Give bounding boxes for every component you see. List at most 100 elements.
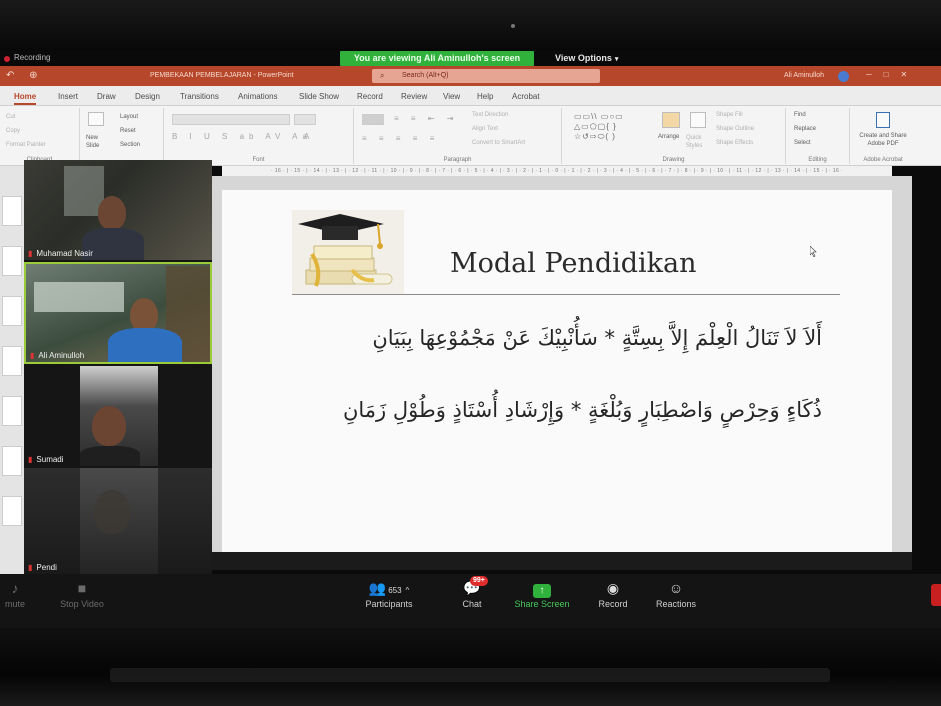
slide-thumbnail[interactable]: [2, 246, 22, 276]
participant-name: Muhamad Nasir: [36, 249, 93, 258]
drawing-group: ▭▭\\ ▭○▭ △▭⬠▢{ } ☆↺⇨⬭( ) Arrange Quick Sty…: [562, 108, 786, 164]
end-meeting-button[interactable]: [931, 584, 941, 606]
background-window: [34, 282, 124, 312]
slides-group: New Slide Layout Reset Section: [80, 108, 164, 164]
reset-button[interactable]: Reset: [120, 128, 136, 134]
font-name-box[interactable]: [172, 114, 290, 125]
slide-thumbnail[interactable]: [2, 296, 22, 326]
webcam: [511, 24, 515, 28]
recording-dot-icon: [4, 56, 10, 62]
quick-access-toolbar[interactable]: ↶ ⊕: [6, 70, 44, 81]
search-box[interactable]: ⌕ Search (Alt+Q): [372, 69, 600, 83]
view-options-button[interactable]: View Options ▾: [555, 53, 618, 63]
participants-button[interactable]: 👥 653 ^ Participants: [358, 578, 420, 609]
quick-styles-button[interactable]: Quick Styles: [686, 134, 714, 150]
window-controls[interactable]: ─□✕: [866, 70, 919, 79]
participant-name: Ali Aminulloh: [38, 351, 85, 360]
viewing-screen-banner: You are viewing Ali Aminulloh's screen: [340, 51, 534, 66]
tab-transitions[interactable]: Transitions: [180, 92, 219, 101]
video-tile[interactable]: ▮ Pendi: [24, 468, 212, 574]
tab-acrobat[interactable]: Acrobat: [512, 92, 540, 101]
slide-thumbnail[interactable]: [2, 496, 22, 526]
tab-record[interactable]: Record: [357, 92, 383, 101]
slide-thumbnail[interactable]: [2, 346, 22, 376]
tab-home[interactable]: Home: [14, 92, 37, 105]
record-button[interactable]: ◉ Record: [592, 578, 634, 609]
create-share-pdf-button[interactable]: Create and Share Adobe PDF: [852, 132, 914, 148]
share-screen-button[interactable]: ↑ Share Screen: [510, 578, 574, 609]
list-buttons[interactable]: ≡ ≡ ⇤ ⇥: [394, 114, 458, 123]
ribbon-tabs: Home Insert Draw Design Transitions Anim…: [0, 86, 941, 106]
convert-smartart-button[interactable]: Convert to SmartArt: [472, 140, 525, 146]
tab-review[interactable]: Review: [401, 92, 427, 101]
new-slide-button[interactable]: New Slide: [86, 134, 110, 150]
layout-button[interactable]: Layout: [120, 114, 138, 120]
chevron-up-icon[interactable]: ^: [405, 586, 409, 595]
search-icon: ⌕: [380, 71, 385, 80]
account-name[interactable]: Ali Aminulloh: [784, 72, 824, 79]
shape-fill-button[interactable]: Shape Fill: [716, 112, 743, 118]
mic-muted-icon: ▮: [28, 455, 33, 464]
document-title: PEMBEKAAN PEMBELAJARAN - PowerPoint: [150, 72, 294, 79]
video-icon: ■: [77, 580, 87, 596]
tab-draw[interactable]: Draw: [97, 92, 116, 101]
bullets-button[interactable]: [362, 114, 384, 125]
account-avatar[interactable]: [838, 71, 849, 82]
copy-button[interactable]: Copy: [6, 128, 20, 134]
tab-slide-show[interactable]: Slide Show: [299, 92, 339, 101]
replace-button[interactable]: Replace: [794, 126, 816, 132]
shape-effects-button[interactable]: Shape Effects: [716, 140, 753, 146]
adobe-pdf-icon: [876, 112, 890, 128]
canvas-bottom-edge: [212, 552, 912, 570]
participant-face: [94, 490, 130, 534]
mute-label: mute: [4, 599, 25, 609]
reactions-button[interactable]: ☺ Reactions: [650, 578, 702, 609]
align-buttons[interactable]: ≡ ≡ ≡ ≡ ≡: [362, 134, 439, 143]
participant-name: Sumadi: [36, 455, 64, 464]
paragraph-group-label: Paragraph: [443, 157, 472, 163]
video-tile-active-speaker[interactable]: ▮ Ali Aminulloh: [24, 262, 212, 364]
clipboard-group: Cut Copy Format Painter Clipboard: [0, 108, 80, 164]
graduation-cap-books-image: [292, 210, 404, 294]
mute-button[interactable]: ♪ mute: [0, 578, 30, 609]
video-tile[interactable]: ▮ Sumadi: [24, 366, 212, 466]
font-color-buttons[interactable]: A: [304, 132, 314, 141]
participant-face: [92, 406, 126, 446]
laptop-bezel-bottom: [0, 628, 941, 706]
slide-thumbnail[interactable]: [2, 396, 22, 426]
video-gallery-panel: ▮ Muhamad Nasir ▮ Ali Aminulloh ▮ Sumadi ▮ P…: [24, 160, 212, 574]
participant-face: [130, 298, 158, 332]
video-tile[interactable]: ▮ Muhamad Nasir: [24, 160, 212, 260]
text-direction-button[interactable]: Text Direction: [472, 112, 508, 118]
chat-button[interactable]: 💬 99+ Chat: [452, 576, 492, 609]
arabic-verse-line-2: ذُكَاءٍ وَحِرْصٍ وَاصْطِبَارٍ وَبُلْغَةٍ…: [342, 398, 822, 422]
reactions-icon: ☺: [668, 580, 684, 596]
participants-count: 653: [388, 586, 402, 595]
align-text-button[interactable]: Align Text: [472, 126, 498, 132]
font-size-box[interactable]: [294, 114, 316, 125]
shapes-gallery[interactable]: ▭▭\\ ▭○▭ △▭⬠▢{ } ☆↺⇨⬭( ): [574, 112, 624, 142]
slide[interactable]: Modal Pendidikan أَلاَ لاَ تَنَالُ الْعِ…: [222, 190, 892, 552]
slide-thumbnail[interactable]: [2, 196, 22, 226]
participants-icon: 👥 653 ^: [368, 580, 410, 596]
arrange-button[interactable]: Arrange: [658, 134, 679, 140]
chat-unread-badge: 99+: [470, 576, 488, 586]
tab-design[interactable]: Design: [135, 92, 160, 101]
acrobat-group-label: Adobe Acrobat: [863, 157, 903, 163]
font-format-buttons[interactable]: B I U S ab AV Aa: [172, 132, 312, 141]
section-button[interactable]: Section: [120, 142, 140, 148]
tab-view[interactable]: View: [443, 92, 460, 101]
tab-help[interactable]: Help: [477, 92, 493, 101]
tab-insert[interactable]: Insert: [58, 92, 78, 101]
stop-video-button[interactable]: ■ Stop Video: [50, 578, 114, 609]
microphone-icon: ♪: [11, 580, 19, 596]
reactions-label: Reactions: [655, 599, 697, 609]
tab-animations[interactable]: Animations: [238, 92, 278, 101]
slide-thumbnail[interactable]: [2, 446, 22, 476]
select-button[interactable]: Select: [794, 140, 811, 146]
find-button[interactable]: Find: [794, 112, 806, 118]
cut-button[interactable]: Cut: [6, 114, 15, 120]
participant-name-tag: ▮ Sumadi: [28, 455, 64, 464]
shape-outline-button[interactable]: Shape Outline: [716, 126, 754, 132]
format-painter-button[interactable]: Format Painter: [6, 142, 46, 148]
